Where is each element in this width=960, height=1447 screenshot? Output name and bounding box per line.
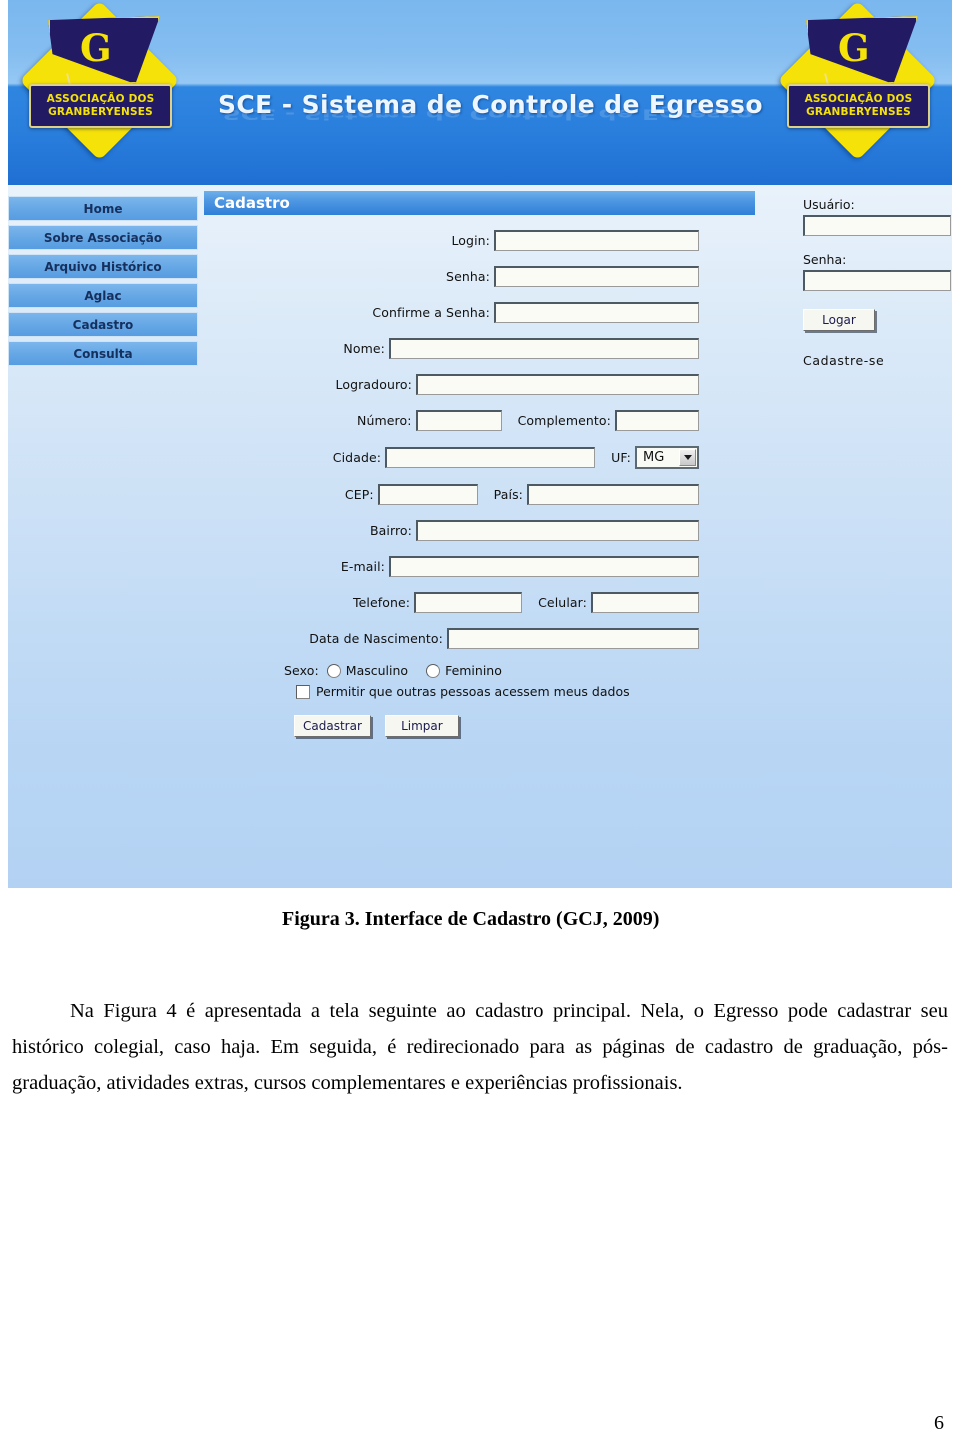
logradouro-label: Logradouro: <box>335 377 412 392</box>
form-actions: Cadastrar Limpar <box>204 715 755 737</box>
field-row-numero-complemento: Número: Complemento: <box>204 410 755 431</box>
data-nascimento-input[interactable] <box>447 628 699 649</box>
field-row-email: E-mail: <box>204 556 755 577</box>
cidade-label: Cidade: <box>332 450 382 465</box>
celular-input[interactable] <box>591 592 699 613</box>
field-row-cep-pais: CEP: País: <box>204 484 755 505</box>
pais-input[interactable] <box>527 484 699 505</box>
sidebar-item-home[interactable]: Home <box>8 196 198 221</box>
application-screenshot: SCE - Sistema de Controle de Egresso SCE… <box>8 0 952 888</box>
email-label: E-mail: <box>340 559 385 574</box>
field-row-logradouro: Logradouro: <box>204 374 755 395</box>
site-banner: SCE - Sistema de Controle de Egresso SCE… <box>8 0 952 185</box>
radio-masculino-label: Masculino <box>345 663 409 678</box>
sidebar-item-consulta[interactable]: Consulta <box>8 341 198 366</box>
cep-label: CEP: <box>344 487 374 502</box>
nome-input[interactable] <box>389 338 699 359</box>
senha-login-input[interactable] <box>803 270 951 291</box>
field-row-senha: Senha: <box>204 266 755 287</box>
logo-text-line1: ASSOCIAÇÃO DOS <box>804 93 913 106</box>
complemento-input[interactable] <box>615 410 699 431</box>
site-title-reflection: SCE - Sistema de Controle de Egresso <box>222 106 754 122</box>
sexo-label: Sexo: <box>284 663 319 678</box>
radio-feminino[interactable] <box>426 663 441 678</box>
sidebar-item-sobre-associacao[interactable]: Sobre Associação <box>8 225 198 250</box>
field-row-confirme-senha: Confirme a Senha: <box>204 302 755 323</box>
field-row-data-nascimento: Data de Nascimento: <box>204 628 755 649</box>
usuario-input[interactable] <box>803 215 951 236</box>
login-label: Login: <box>451 233 490 248</box>
association-logo-left: G ASSOCIAÇÃO DOS GRANBERYENSES <box>16 0 186 178</box>
logo-text-line1: ASSOCIAÇÃO DOS <box>46 93 155 106</box>
uf-select[interactable]: MG <box>635 446 699 469</box>
numero-label: Número: <box>357 413 412 428</box>
cidade-input[interactable] <box>385 447 596 468</box>
login-panel: Usuário: Senha: Logar Cadastre-se <box>803 197 952 368</box>
figure-caption: Figura 3. Interface de Cadastro (GCJ, 20… <box>282 908 660 930</box>
nome-label: Nome: <box>343 341 385 356</box>
radio-masculino[interactable] <box>326 663 341 678</box>
confirme-senha-label: Confirme a Senha: <box>372 305 490 320</box>
sidebar-navigation: Home Sobre Associação Arquivo Histórico … <box>8 196 198 370</box>
registration-form-panel: Cadastro Login: Senha: Confirme a Senha:… <box>204 185 755 737</box>
panel-title: Cadastro <box>204 191 755 215</box>
telefone-input[interactable] <box>414 592 523 613</box>
sidebar-item-cadastro[interactable]: Cadastro <box>8 312 198 337</box>
logo-text-line2: GRANBERYENSES <box>48 106 153 118</box>
sidebar-item-arquivo-historico[interactable]: Arquivo Histórico <box>8 254 198 279</box>
permission-checkbox-label: Permitir que outras pessoas acessem meus… <box>316 684 630 699</box>
logradouro-input[interactable] <box>416 374 699 395</box>
senha-input[interactable] <box>494 266 699 287</box>
association-logo-right: G ASSOCIAÇÃO DOS GRANBERYENSES <box>774 0 944 178</box>
body-paragraph: Na Figura 4 é apresentada a tela seguint… <box>12 1000 948 1094</box>
field-row-permission: Permitir que outras pessoas acessem meus… <box>204 684 755 699</box>
permission-checkbox[interactable] <box>296 684 310 699</box>
login-input[interactable] <box>494 230 699 251</box>
cadastre-se-link[interactable]: Cadastre-se <box>803 353 952 368</box>
field-row-cidade-uf: Cidade: UF: MG <box>204 446 755 469</box>
field-row-telefone-celular: Telefone: Celular: <box>204 592 755 613</box>
field-row-sexo: Sexo: Masculino Feminino <box>204 663 755 678</box>
logo-nameplate: ASSOCIAÇÃO DOS GRANBERYENSES <box>787 84 930 128</box>
uf-selected-value: MG <box>643 450 665 465</box>
usuario-label: Usuário: <box>803 197 855 212</box>
logar-button[interactable]: Logar <box>803 309 875 331</box>
bairro-label: Bairro: <box>369 523 412 538</box>
sidebar-item-aglac[interactable]: Aglac <box>8 283 198 308</box>
cadastrar-button[interactable]: Cadastrar <box>294 715 371 737</box>
logo-nameplate: ASSOCIAÇÃO DOS GRANBERYENSES <box>29 84 172 128</box>
uf-label: UF: <box>611 450 631 465</box>
field-row-nome: Nome: <box>204 338 755 359</box>
logo-letter-g: G <box>838 26 870 70</box>
celular-label: Celular: <box>538 595 587 610</box>
page-body: Home Sobre Associação Arquivo Histórico … <box>8 185 952 888</box>
confirme-senha-input[interactable] <box>494 302 699 323</box>
field-row-bairro: Bairro: <box>204 520 755 541</box>
numero-input[interactable] <box>415 410 502 431</box>
chevron-down-icon[interactable] <box>679 449 696 466</box>
page-number: 6 <box>934 1412 944 1434</box>
bairro-input[interactable] <box>416 520 699 541</box>
radio-feminino-label: Feminino <box>445 663 502 678</box>
cep-input[interactable] <box>377 484 478 505</box>
logo-letter-g: G <box>80 26 112 70</box>
limpar-button[interactable]: Limpar <box>384 715 459 737</box>
data-nascimento-label: Data de Nascimento: <box>309 631 443 646</box>
field-row-login: Login: <box>204 230 755 251</box>
senha-login-label: Senha: <box>803 252 847 267</box>
senha-label: Senha: <box>446 269 490 284</box>
logo-text-line2: GRANBERYENSES <box>806 106 911 118</box>
pais-label: País: <box>493 487 523 502</box>
email-input[interactable] <box>389 556 699 577</box>
complemento-label: Complemento: <box>517 413 611 428</box>
telefone-label: Telefone: <box>352 595 411 610</box>
